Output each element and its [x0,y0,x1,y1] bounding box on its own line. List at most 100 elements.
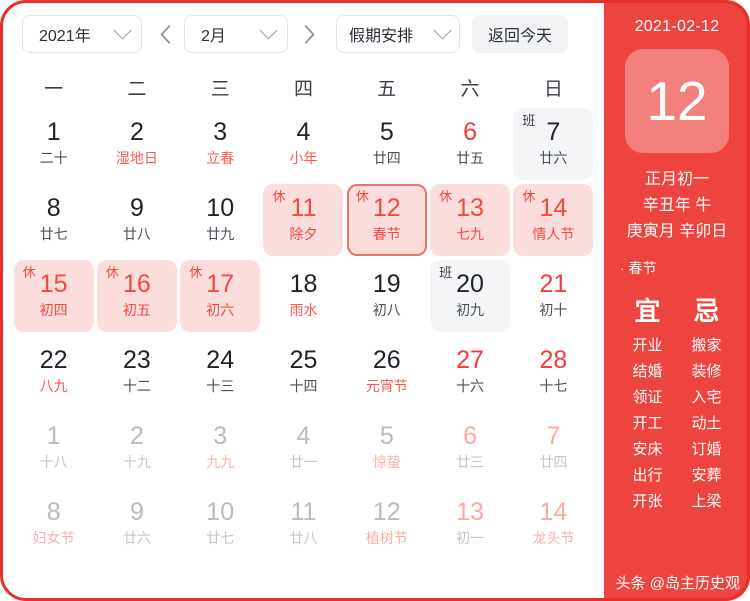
lunar-label: 廿三 [456,453,485,470]
date-cell[interactable]: 休 13 七九 [430,184,511,256]
date-number: 23 [123,346,151,375]
date-cell[interactable]: 8 妇女节 [14,488,94,560]
calendar-app: 2021年 2月 假期安排 返回今天 一 二 三 四 五 六 日 1 二十 2 … [0,0,750,601]
ji-item: 上梁 [691,492,722,510]
weekday-2: 二 [127,78,147,100]
month-select[interactable]: 2月 [184,15,288,53]
date-cell[interactable]: 6 廿五 [430,108,510,180]
yi-title: 宜 [634,295,661,326]
lunar-label: 初九 [456,301,485,318]
date-cell[interactable]: 9 廿六 [97,488,177,560]
date-cell[interactable]: 27 十六 [430,336,510,408]
detail-lunar: 正月初一 辛丑年 牛 庚寅月 辛卯日 [604,167,750,245]
date-cell[interactable]: 班 7 廿六 [513,108,594,180]
date-cell[interactable]: 5 惊蛰 [347,412,427,484]
lunar-label: 廿八 [289,529,318,546]
date-cell[interactable]: 21 初十 [513,260,593,332]
date-cell[interactable]: 班 20 初九 [430,260,511,332]
date-cell[interactable]: 13 初一 [430,488,510,560]
date-cell[interactable]: 2 湿地日 [97,108,177,180]
lunar-label: 十六 [456,377,485,394]
date-cell[interactable]: 3 立春 [180,108,260,180]
date-number: 6 [463,422,478,451]
date-cell[interactable]: 1 二十 [14,108,94,180]
chevron-down-icon [113,20,132,39]
detail-festival: · 春节 [620,259,657,276]
lunar-label: 情人节 [532,225,575,242]
rest-day-tag: 休 [272,189,286,204]
lunar-label: 元宵节 [365,377,408,394]
date-number: 18 [289,270,318,299]
date-cell[interactable]: 22 八九 [14,336,94,408]
date-cell[interactable]: 19 初八 [347,260,427,332]
rest-day-tag: 休 [189,265,203,280]
date-cell[interactable]: 休 14 情人节 [513,184,594,256]
date-cell[interactable]: 24 十三 [180,336,260,408]
date-cell[interactable]: 2 十九 [97,412,177,484]
date-number: 11 [290,194,317,223]
lunar-label: 十四 [289,377,318,394]
calendar-panel: 2021年 2月 假期安排 返回今天 一 二 三 四 五 六 日 1 二十 2 … [0,0,607,601]
date-cell[interactable]: 18 雨水 [263,260,343,332]
detail-lunar-year: 辛丑年 牛 [642,196,712,214]
date-number: 10 [206,498,235,527]
date-cell[interactable]: 28 十七 [513,336,593,408]
date-cell[interactable]: 10 廿七 [180,488,260,560]
date-number: 16 [123,270,151,299]
lunar-label: 二十 [39,149,68,166]
date-cell[interactable]: 4 小年 [263,108,343,180]
date-cell[interactable]: 7 廿四 [513,412,593,484]
date-cell[interactable]: 12 植树节 [347,488,427,560]
date-cell[interactable]: 1 十八 [14,412,94,484]
lunar-label: 初四 [39,301,68,318]
date-cell[interactable]: 5 廿四 [347,108,427,180]
ji-item: 订婚 [691,440,722,458]
date-cell[interactable]: 3 九九 [180,412,260,484]
yi-list: 开业 结婚 领证 开工 安床 出行 开张 [618,333,677,515]
date-cell[interactable]: 4 廿一 [263,412,343,484]
date-cell[interactable]: 休 11 除夕 [263,184,344,256]
year-select[interactable]: 2021年 [22,15,142,53]
lunar-label: 初六 [206,301,235,318]
work-day-tag: 班 [522,113,536,128]
date-number: 9 [129,194,144,223]
rest-day-tag: 休 [105,265,119,280]
yi-item: 安床 [632,440,663,458]
chevron-left-icon [160,24,170,44]
date-number: 11 [290,498,317,527]
lunar-label: 廿六 [539,149,568,166]
date-cell[interactable]: 11 廿八 [263,488,343,560]
lunar-label: 妇女节 [32,529,75,546]
date-cell[interactable]: 休 15 初四 [13,260,94,332]
yi-item: 开工 [632,414,663,432]
lunar-label: 八九 [39,377,68,394]
date-cell[interactable]: 8 廿七 [14,184,94,256]
date-number: 14 [539,194,568,223]
date-cell[interactable]: 23 十二 [97,336,177,408]
date-cell[interactable]: 10 廿九 [180,184,260,256]
date-number: 4 [296,118,311,147]
yi-item: 开张 [632,492,663,510]
date-cell[interactable]: 休 12 春节 [346,184,427,256]
ji-item: 动土 [691,414,722,432]
date-cell[interactable]: 6 廿三 [430,412,510,484]
date-cell[interactable]: 休 17 初六 [180,260,261,332]
prev-month-button[interactable] [148,15,182,53]
date-cell[interactable]: 14 龙头节 [513,488,593,560]
next-month-button[interactable] [292,15,326,53]
weekday-1: 一 [44,78,64,100]
date-cell[interactable]: 25 十四 [263,336,343,408]
date-number: 13 [456,194,484,223]
detail-date: 2021-02-12 [634,18,720,35]
date-cell[interactable]: 26 元宵节 [347,336,427,408]
holiday-arrangement-select[interactable]: 假期安排 [336,15,460,53]
lunar-label: 除夕 [289,225,318,242]
chevron-down-icon [259,20,278,39]
back-to-today-button[interactable]: 返回今天 [472,15,569,53]
lunar-label: 十三 [206,377,235,394]
lunar-label: 十八 [39,453,68,470]
lunar-label: 惊蛰 [372,453,401,470]
date-cell[interactable]: 休 16 初五 [96,260,177,332]
date-number: 17 [206,270,235,299]
date-cell[interactable]: 9 廿八 [97,184,177,256]
